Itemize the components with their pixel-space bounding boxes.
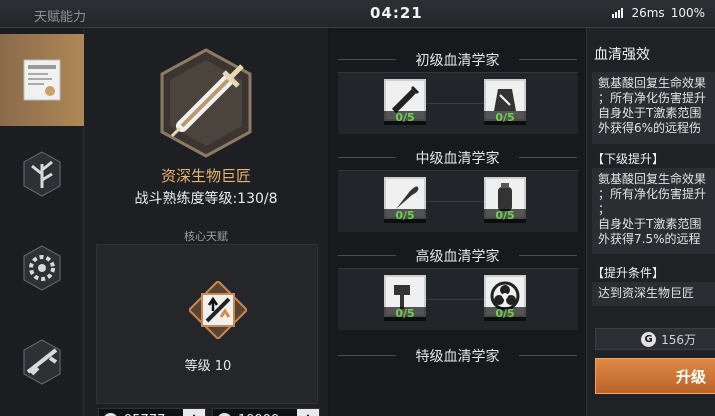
sidebar-tab-plant[interactable] [0,128,84,220]
current-effect-text: 氨基酸回复生命效果 ；所有净化伤害提升 自身处于T激素范围 外获得6%的远程伤 [592,72,715,144]
core-talent-label: 核心天赋 [184,230,228,243]
sidebar-tab-certificate[interactable] [0,34,84,126]
signal-icon [612,8,624,18]
skill-biohazard[interactable]: 0/5 [484,275,526,321]
profession-title: 资深生物巨匠 [160,167,251,185]
silver-currency: S 19999 + [212,408,320,416]
effect-line: 外获得6%的远程伤 [598,121,702,135]
skill-count: 0/5 [484,111,526,125]
skill-count: 0/5 [484,209,526,223]
skill-serum-vial[interactable]: 0/5 [484,79,526,125]
effect-line: ；所有净化伤害提升 [598,187,707,201]
tier-row-intermediate: 0/5 0/5 [338,170,578,232]
page-title: 天赋能力 [34,10,87,25]
skill-count: 0/5 [384,209,426,223]
syringe-emblem-icon [160,48,252,158]
condition-text: 达到资深生物巨匠 [592,282,715,306]
effect-line: ；所有净化伤害提升 [598,91,707,105]
effect-line: ； [598,202,611,216]
silver-amount: 19999 [238,413,279,416]
status-indicators: 26ms 100% [612,6,705,20]
tier-title-senior: 高级血清学家 [330,246,585,266]
upgrade-cost: G 156万 [595,328,715,350]
sidebar-tab-gear[interactable] [0,222,84,314]
ping-text: 26ms [631,6,665,20]
effect-line: 氨基酸回复生命效果 [598,172,707,186]
tier-row-senior: 0/5 0/5 [338,268,578,330]
core-talent-level: 等级 10 [184,359,232,374]
effect-line: 自身处于T激素范围 [598,217,702,231]
condition-header: 【提升条件】 [592,266,665,280]
status-bar: 天赋能力 04:21 26ms 100% [0,0,715,28]
talent-name: 血清强效 [594,47,650,63]
next-level-header: 【下级提升】 [592,152,665,166]
profile-panel: 资深生物巨匠 战斗熟练度等级:130/8 核心天赋 等级 10 G 95777 … [84,28,328,416]
condition-line: 达到资深生物巨匠 [598,286,695,300]
skill-syringe[interactable]: 0/5 [384,79,426,125]
gold-coin-icon: G [641,331,657,347]
tier-title-intermediate: 中级血清学家 [330,148,585,168]
weapon-icon [23,339,61,385]
certificate-icon [23,59,61,101]
tier-title-junior: 初级血清学家 [330,50,585,70]
effect-line: 外获得7.5%的远程 [598,232,701,246]
talent-tree: 初级血清学家 0/5 0/5 中级血清学家 0/5 0/5 高级血清学家 0/5 [330,28,585,416]
upgrade-button[interactable]: 升级 [595,358,715,394]
gear-shield-icon [23,245,61,291]
skill-canister[interactable]: 0/5 [484,177,526,223]
tier-row-junior: 0/5 0/5 [338,72,578,134]
add-gold-button[interactable]: + [183,409,205,416]
effect-line: 自身处于T激素范围 [598,106,702,120]
clock: 04:21 [370,4,423,22]
detail-panel: 血清强效 氨基酸回复生命效果 ；所有净化伤害提升 自身处于T激素范围 外获得6%… [586,28,715,416]
gold-amount: 95777 [124,413,165,416]
add-silver-button[interactable]: + [297,409,319,416]
tier-title-master: 特级血清学家 [330,346,585,366]
proficiency-level: 战斗熟练度等级:130/8 [134,191,278,207]
skill-count: 0/5 [484,307,526,321]
effect-line: 氨基酸回复生命效果 [598,76,707,90]
sidebar-tab-weapon[interactable] [0,316,84,408]
cost-amount: 156万 [661,332,696,347]
gold-currency: G 95777 + [98,408,206,416]
plant-icon [23,151,61,197]
skill-count: 0/5 [384,307,426,321]
core-talent-box: 等级 10 [96,244,318,404]
silver-coin-icon: S [217,412,232,416]
gold-coin-icon: G [103,412,118,416]
battery-text: 100% [670,6,705,20]
core-talent-icon[interactable] [189,281,247,339]
skill-bullet[interactable]: 0/5 [384,177,426,223]
next-effect-text: 氨基酸回复生命效果 ；所有净化伤害提升 ； 自身处于T激素范围 外获得7.5%的… [592,168,715,254]
skill-hammer[interactable]: 0/5 [384,275,426,321]
skill-count: 0/5 [384,111,426,125]
sidebar [0,28,84,416]
